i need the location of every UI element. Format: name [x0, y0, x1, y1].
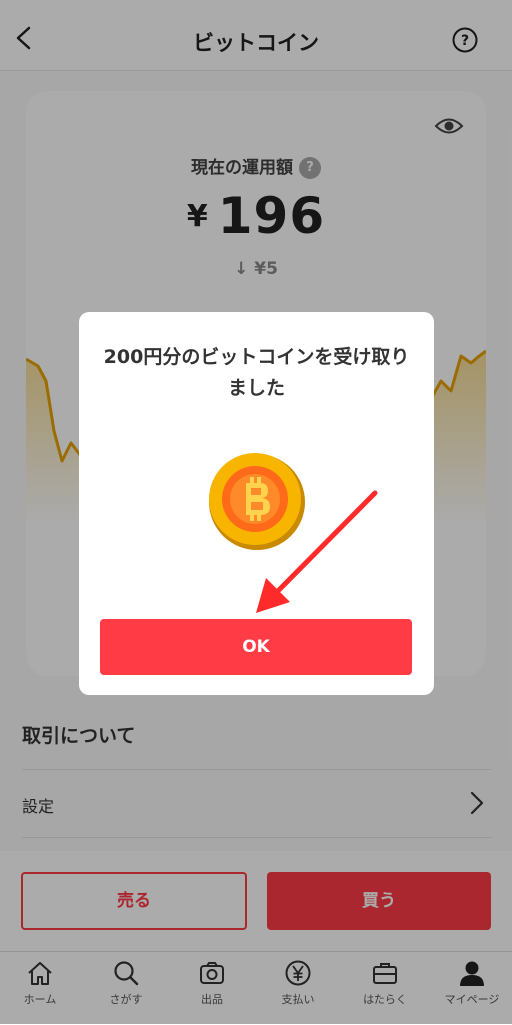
- ok-button[interactable]: OK: [100, 619, 412, 675]
- bitcoin-coin-icon: [209, 453, 305, 550]
- reward-dialog: 200円分のビットコインを受け取りました OK: [79, 312, 434, 695]
- dialog-message: 200円分のビットコインを受け取りました: [103, 346, 410, 399]
